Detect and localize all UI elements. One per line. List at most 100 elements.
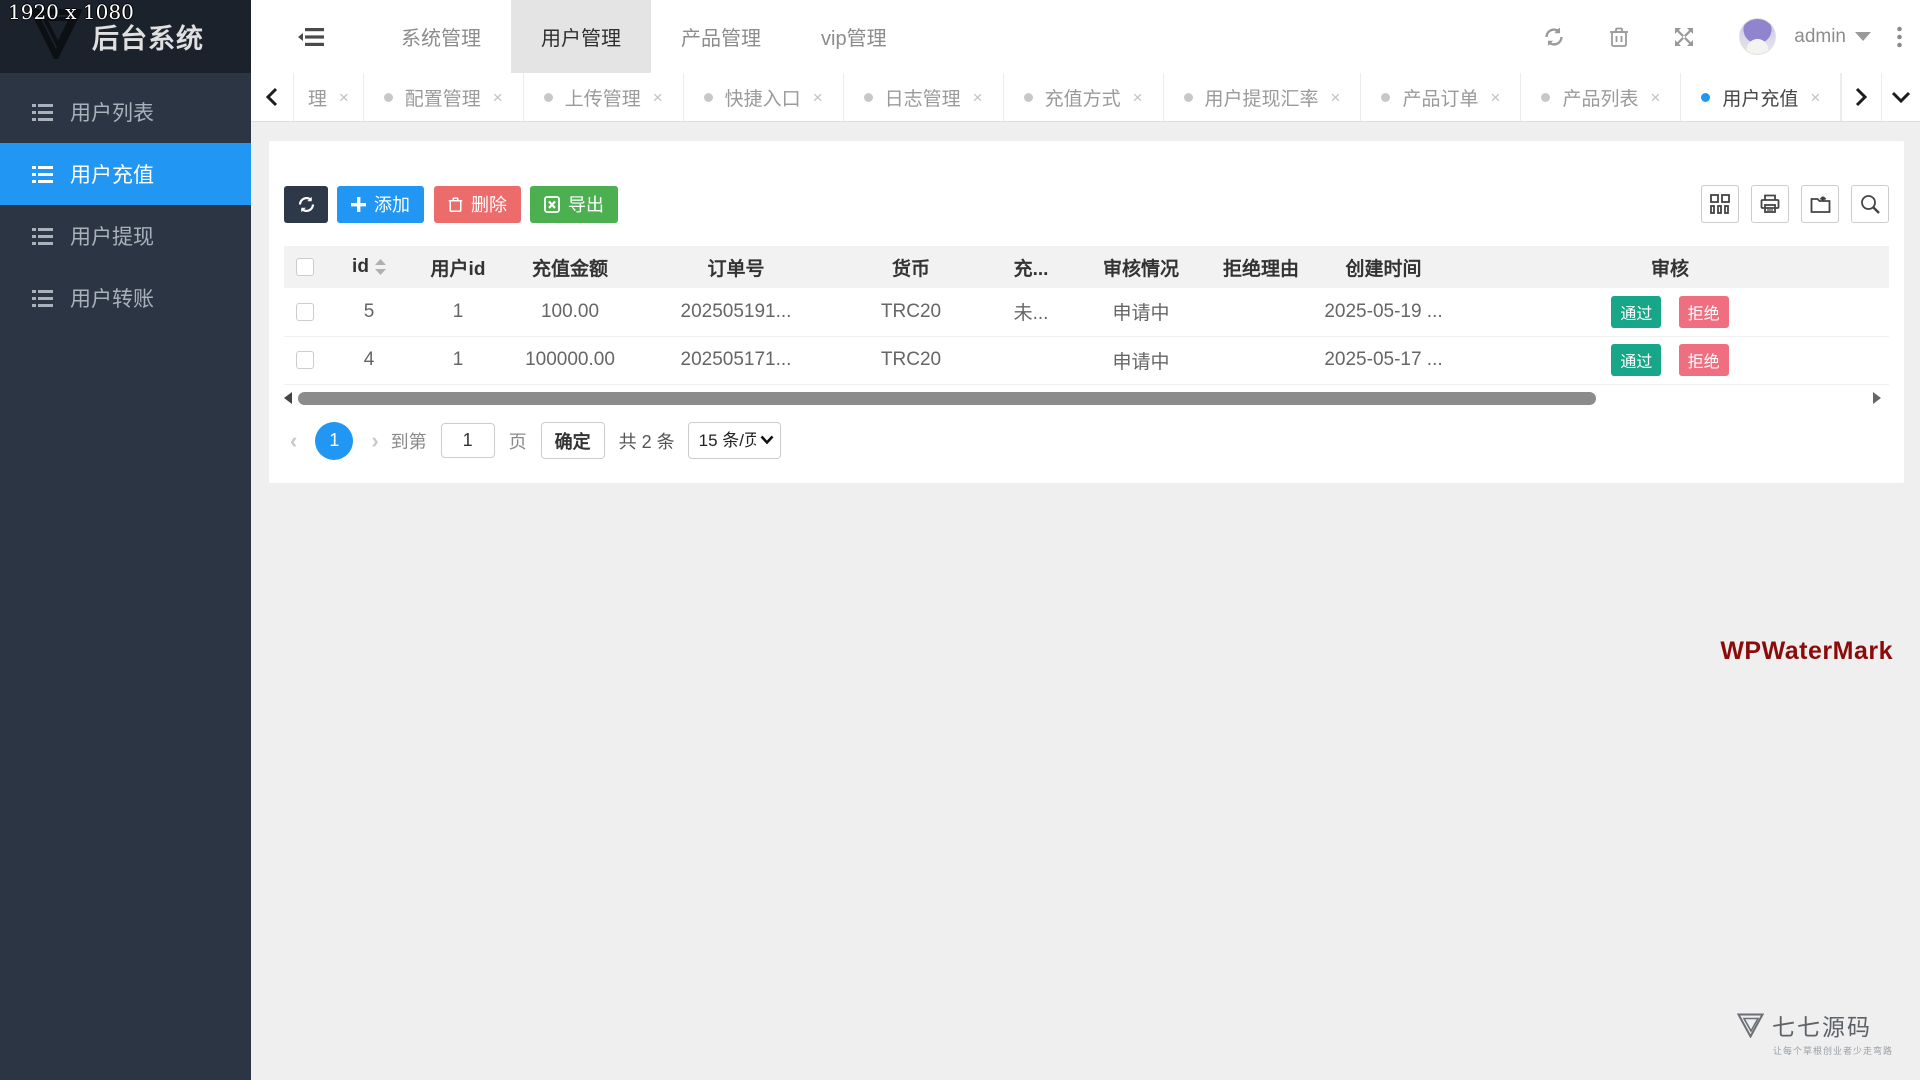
tab-close-icon[interactable]: × — [339, 89, 349, 106]
qiqi-logo-icon — [1737, 1013, 1764, 1038]
reject-button[interactable]: 拒绝 — [1679, 296, 1729, 328]
nav-tab-system[interactable]: 系统管理 — [371, 0, 511, 73]
page-number-input[interactable] — [441, 423, 495, 458]
tab-user-recharge[interactable]: 用户充值 × — [1681, 73, 1841, 121]
nav-tab-user[interactable]: 用户管理 — [511, 0, 651, 73]
scroll-right-arrow-icon[interactable] — [1873, 392, 1881, 404]
scroll-left-arrow-icon[interactable] — [284, 392, 292, 404]
list-icon — [32, 228, 53, 245]
trash-icon[interactable] — [1609, 26, 1629, 48]
per-page-select[interactable]: 15 条/页 — [688, 422, 781, 459]
user-menu[interactable]: admin — [1794, 26, 1871, 48]
column-header-id[interactable]: id — [352, 256, 386, 278]
tab-shortcut[interactable]: 快捷入口 × — [684, 73, 844, 121]
navbar-right: admin — [1543, 18, 1920, 55]
resolution-overlay: 1920 x 1080 — [8, 0, 134, 24]
search-button[interactable] — [1851, 185, 1889, 223]
refresh-icon[interactable] — [1543, 26, 1565, 48]
excel-file-icon — [544, 196, 560, 213]
fullscreen-icon[interactable] — [1673, 26, 1695, 48]
tabs-scroll-left-button[interactable] — [251, 73, 294, 121]
refresh-button[interactable] — [284, 186, 328, 223]
tab-close-icon[interactable]: × — [493, 89, 503, 106]
sidebar-item-user-transfer[interactable]: 用户转账 — [0, 267, 251, 329]
tab-label: 上传管理 — [565, 84, 641, 111]
user-avatar[interactable] — [1739, 18, 1776, 55]
tab-close-icon[interactable]: × — [1331, 89, 1341, 106]
tab-label: 充值方式 — [1045, 84, 1121, 111]
toolbar: 添加 删除 导出 — [284, 185, 1889, 223]
row-checkbox[interactable] — [296, 351, 314, 369]
tab-label: 快捷入口 — [725, 84, 801, 111]
tab-close-icon[interactable]: × — [653, 89, 663, 106]
tab-close-icon[interactable]: × — [973, 89, 983, 106]
columns-toggle-button[interactable] — [1701, 185, 1739, 223]
add-button[interactable]: 添加 — [337, 186, 424, 223]
more-options-icon[interactable] — [1897, 26, 1902, 48]
sidebar-item-user-recharge[interactable]: 用户充值 — [0, 143, 251, 205]
cell-created-at: 2025-05-19 ... — [1316, 288, 1451, 336]
content-area: 添加 删除 导出 — [251, 122, 1920, 1080]
tab-close-icon[interactable]: × — [1491, 89, 1501, 106]
cell-order-no: 202505171... — [636, 336, 836, 384]
tab-upload[interactable]: 上传管理 × — [524, 73, 684, 121]
approve-button[interactable]: 通过 — [1611, 344, 1661, 376]
scrollbar-thumb[interactable] — [298, 392, 1596, 405]
sidebar-item-user-list[interactable]: 用户列表 — [0, 81, 251, 143]
tab-close-icon[interactable]: × — [1133, 89, 1143, 106]
tabs-menu-button[interactable] — [1881, 73, 1920, 121]
delete-button-label: 删除 — [471, 191, 507, 217]
list-icon — [32, 166, 53, 183]
delete-button[interactable]: 删除 — [434, 186, 521, 223]
list-icon — [32, 104, 53, 121]
tab-close-icon[interactable]: × — [1810, 89, 1820, 106]
tab-close-icon[interactable]: × — [1650, 89, 1660, 106]
cell-audit-status: 申请中 — [1076, 336, 1206, 384]
tab-dot — [1381, 93, 1390, 102]
tab-label: 产品列表 — [1562, 84, 1638, 111]
sidebar-item-label: 用户充值 — [70, 159, 154, 189]
reject-button[interactable]: 拒绝 — [1679, 344, 1729, 376]
approve-button[interactable]: 通过 — [1611, 296, 1661, 328]
next-page-button[interactable]: › — [365, 428, 384, 454]
column-header-user-id: 用户id — [412, 246, 504, 288]
tab-config[interactable]: 配置管理 × — [364, 73, 524, 121]
trash-icon — [448, 196, 463, 213]
tab-log[interactable]: 日志管理 × — [844, 73, 1004, 121]
nav-tab-label: 用户管理 — [541, 22, 621, 51]
per-page-select-wrap: 15 条/页 — [688, 422, 781, 459]
row-checkbox[interactable] — [296, 303, 314, 321]
nav-tab-label: 系统管理 — [401, 22, 481, 51]
cell-audit-actions: 通过 拒绝 — [1451, 288, 1889, 336]
tab-withdraw-rate[interactable]: 用户提现汇率 × — [1164, 73, 1362, 121]
prev-page-button[interactable]: ‹ — [284, 428, 303, 454]
select-all-checkbox[interactable] — [296, 258, 314, 276]
table-header-row: id 用户id 充值金额 订单号 货币 充... 审核情况 拒绝理由 创建时间 … — [284, 246, 1889, 288]
sidebar-item-label: 用户转账 — [70, 283, 154, 313]
sidebar-item-user-withdraw[interactable]: 用户提现 — [0, 205, 251, 267]
tab-close-icon[interactable]: × — [813, 89, 823, 106]
tab-label: 用户充值 — [1722, 84, 1798, 111]
qiqi-watermark: 七七源码 让每个草根创业者少走弯路 — [1737, 1008, 1893, 1057]
toolbar-right — [1701, 185, 1889, 223]
tab-dot — [1184, 93, 1193, 102]
qiqi-tagline: 让每个草根创业者少走弯路 — [1773, 1044, 1893, 1057]
tab-product-list[interactable]: 产品列表 × — [1521, 73, 1681, 121]
tab-dot — [1024, 93, 1033, 102]
tab-dot — [1701, 93, 1710, 102]
confirm-page-button[interactable]: 确定 — [541, 422, 605, 459]
total-count-label: 共 2 条 — [619, 428, 675, 454]
nav-tab-product[interactable]: 产品管理 — [651, 0, 791, 73]
tab-product-order[interactable]: 产品订单 × — [1361, 73, 1521, 121]
sidebar-toggle-icon[interactable] — [298, 26, 326, 48]
tab-truncated[interactable]: 理 × — [294, 73, 364, 121]
export-data-button[interactable] — [1801, 185, 1839, 223]
export-button[interactable]: 导出 — [530, 186, 618, 223]
table-row: 4 1 100000.00 202505171... TRC20 申请中 202… — [284, 336, 1889, 384]
tab-recharge-method[interactable]: 充值方式 × — [1004, 73, 1164, 121]
current-page-button[interactable]: 1 — [315, 422, 353, 460]
column-header-charge: 充... — [986, 246, 1076, 288]
nav-tab-vip[interactable]: vip管理 — [791, 0, 917, 73]
tabs-scroll-right-button[interactable] — [1841, 73, 1880, 121]
print-button[interactable] — [1751, 185, 1789, 223]
